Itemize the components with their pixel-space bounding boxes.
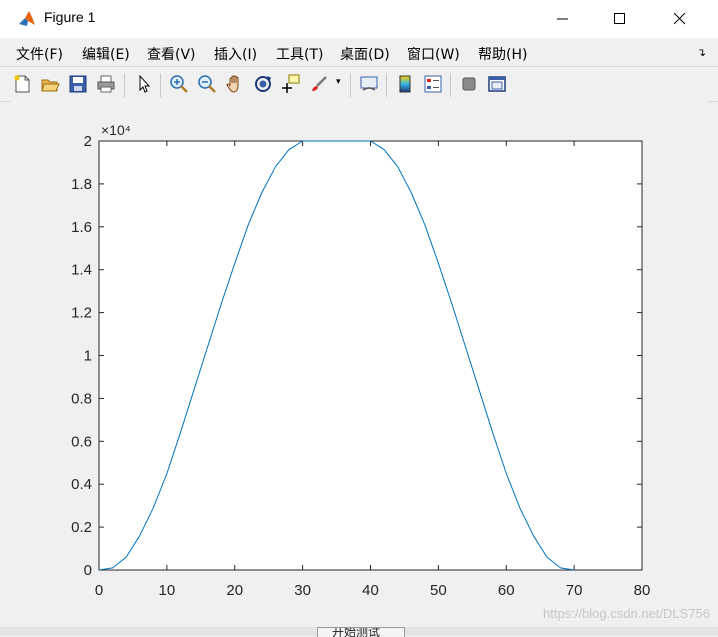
toolbar-separator [450,73,451,97]
y-tick-label: 0.2 [71,519,92,536]
line-plot: 0 10 20 30 40 50 60 70 80 0 0.2 0.4 0.6 0.8 1 1.2 1.4 1.6… [71,122,651,599]
select-cursor-button[interactable] [133,73,155,95]
colorbar-button[interactable] [394,73,416,95]
data-cursor-icon [282,74,300,93]
zoom-in-button[interactable] [168,73,190,95]
y-tick-label: 1.2 [71,305,92,322]
y-tick-label: 1.6 [71,219,92,236]
toolbar-separator [160,73,161,97]
dock-arrow-icon[interactable]: ↴ [697,46,706,59]
hide-plot-tools-icon [462,77,476,91]
minimize-button[interactable] [538,0,588,38]
menu-bar: 文件(F) 编辑(E) 查看(V) 插入(I) 工具(T) 桌面(D) 窗口(W… [0,38,718,66]
zoom-in-icon [170,75,188,93]
hide-plot-tools-button[interactable] [458,73,480,95]
figure-window: Figure 1 文件(F) 编辑(E) 查看(V) 插入(I) 工具(T) 桌… [0,0,718,637]
minimize-icon [557,18,568,20]
print-button[interactable] [95,73,117,95]
menu-help[interactable]: 帮助(H) [478,44,527,64]
window-title: Figure 1 [44,9,96,25]
data-cursor-button[interactable] [280,73,302,95]
menu-tools[interactable]: 工具(T) [276,44,323,64]
x-tick-label: 20 [226,582,243,599]
menu-edit[interactable]: 编辑(E) [82,44,130,64]
menu-view[interactable]: 查看(V) [147,44,196,64]
menu-window[interactable]: 窗口(W) [407,44,460,64]
title-bar: Figure 1 [0,0,718,38]
y-tick-label: 0.6 [71,433,92,450]
new-figure-icon [14,75,30,93]
y-tick-label: 0 [84,562,92,579]
pan-button[interactable] [224,73,246,95]
link-plot-icon [360,76,378,91]
zoom-out-button[interactable] [196,73,218,95]
zoom-out-icon [198,75,216,93]
x-tick-label: 30 [294,582,311,599]
colorbar-icon [399,75,411,93]
link-plot-button[interactable] [358,73,380,95]
legend-button[interactable] [422,73,444,95]
brush-button[interactable] [308,73,330,95]
open-file-button[interactable] [39,73,61,95]
y-tick-label: 1.4 [71,262,92,279]
rotate-3d-icon [255,76,271,92]
menu-file[interactable]: 文件(F) [16,44,63,64]
y-tick-label: 1 [84,348,92,365]
axes-background [98,140,643,571]
save-icon [69,75,87,93]
save-button[interactable] [67,73,89,95]
pan-hand-icon [226,75,239,93]
y-tick-label: 0.8 [71,390,92,407]
x-tick-label: 70 [566,582,583,599]
select-cursor-icon [139,74,151,93]
maximize-button[interactable] [595,0,645,38]
x-tick-label: 80 [634,582,651,599]
show-plot-tools-icon [488,76,506,92]
brush-dropdown-arrow-icon[interactable]: ▾ [336,77,341,87]
x-tick-label: 10 [159,582,176,599]
close-icon [674,13,686,25]
x-tick-label: 50 [430,582,447,599]
legend-icon [424,75,442,93]
watermark-text: https://blog.csdn.net/DLS756 [543,606,710,621]
menu-insert[interactable]: 插入(I) [214,44,257,64]
rotate-3d-button[interactable] [252,73,274,95]
menu-desktop[interactable]: 桌面(D) [340,44,390,64]
toolbar-separator [350,73,351,97]
maximize-icon [614,13,625,24]
y-tick-label: 0.4 [71,476,92,493]
y-tick-label: 1.8 [71,176,92,193]
show-plot-tools-button[interactable] [486,73,508,95]
y-exponent-label: ×10⁴ [101,122,131,138]
x-tick-label: 60 [498,582,515,599]
close-button[interactable] [655,0,705,38]
y-tick-label: 2 [84,133,92,150]
x-tick-label: 40 [362,582,379,599]
x-tick-label: 0 [95,582,103,599]
new-figure-button[interactable] [11,73,33,95]
toolbar-separator [124,73,125,97]
brush-icon [312,76,327,91]
toolbar-separator [386,73,387,97]
matlab-logo-icon [17,9,37,29]
figure-toolbar: ▾ [0,66,718,102]
open-file-icon [41,79,60,92]
print-icon [97,75,115,93]
figure-canvas[interactable]: 0 10 20 30 40 50 60 70 80 0 0.2 0.4 0.6 0.8 1 1.2 1.4 1.6… [10,101,708,627]
